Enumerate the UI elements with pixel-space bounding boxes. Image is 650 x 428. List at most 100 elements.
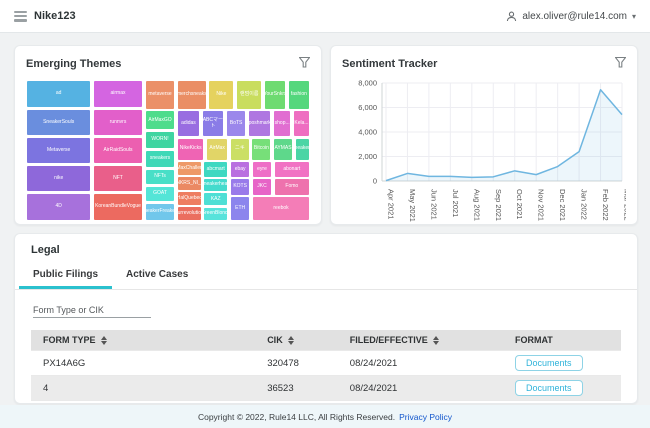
treemap-tile[interactable]: NikeKicks: [177, 138, 204, 161]
treemap-tile[interactable]: SneakerSouls: [26, 109, 91, 136]
treemap-tile[interactable]: abcmart: [203, 161, 228, 177]
search-area: [15, 290, 637, 324]
treemap-tile[interactable]: eyre: [252, 161, 272, 177]
svg-text:6,000: 6,000: [358, 103, 377, 112]
topbar: Nike123 alex.oliver@rule14.com ▾: [0, 0, 650, 33]
treemap-tile[interactable]: adidas: [177, 110, 200, 136]
cell-cik: 36523: [255, 376, 338, 401]
brand-title: Nike123: [34, 10, 76, 22]
treemap-tile[interactable]: 랜덤이름: [236, 80, 262, 110]
treemap-tile[interactable]: KAZ: [203, 192, 228, 206]
treemap-tile[interactable]: SneakerFreakers: [145, 203, 176, 221]
treemap-tile[interactable]: NFTs: [145, 169, 176, 185]
treemap-tile[interactable]: Sneakerly: [295, 138, 310, 161]
cell-format: Documents: [503, 351, 621, 376]
cell-filed_effective: 08/24/2021: [338, 376, 503, 401]
topbar-left: Nike123: [14, 10, 76, 22]
treemap-tile[interactable]: 4D: [26, 193, 91, 221]
svg-text:Aug 2021: Aug 2021: [472, 189, 481, 221]
treemap-tile[interactable]: AirRaidSouls: [93, 137, 143, 164]
treemap-tile[interactable]: JKC: [252, 178, 272, 195]
treemap-tile[interactable]: metaverse: [145, 80, 176, 110]
column-header[interactable]: FORM TYPE: [31, 330, 255, 351]
user-menu[interactable]: alex.oliver@rule14.com ▾: [506, 11, 636, 22]
cell-form_type: 4: [31, 376, 255, 401]
filter-icon[interactable]: [615, 55, 626, 73]
column-header[interactable]: FILED/EFFECTIVE: [338, 330, 503, 351]
treemap-tile[interactable]: Nike: [208, 80, 234, 110]
treemap-tile[interactable]: fashion: [288, 80, 310, 110]
treemap-tile[interactable]: ad: [26, 80, 91, 108]
svg-text:Oct 2021: Oct 2021: [515, 189, 524, 219]
svg-text:0: 0: [373, 177, 377, 186]
treemap-tile[interactable]: AYMAS: [273, 138, 293, 161]
sort-icon[interactable]: [288, 336, 294, 345]
documents-button[interactable]: Documents: [515, 380, 583, 396]
treemap-tile[interactable]: Kela...: [293, 110, 310, 136]
treemap-tile[interactable]: HalQuebec: [177, 191, 201, 205]
filter-icon[interactable]: [299, 55, 310, 73]
treemap-tile[interactable]: Metaverse: [26, 137, 91, 164]
treemap-tile[interactable]: ABCマート: [202, 110, 225, 136]
chevron-down-icon: ▾: [632, 12, 636, 21]
treemap-tile[interactable]: Bitcoin: [251, 138, 271, 161]
svg-text:4,000: 4,000: [358, 128, 377, 137]
treemap-tile[interactable]: BoTS: [226, 110, 246, 136]
svg-text:Jan 2022: Jan 2022: [580, 189, 589, 220]
treemap-tile[interactable]: sneakerhead: [203, 178, 228, 192]
treemap-tile[interactable]: ebay: [230, 161, 250, 177]
treemap-tile[interactable]: ニキ: [230, 138, 250, 161]
svg-text:May 2021: May 2021: [408, 189, 417, 222]
documents-button[interactable]: Documents: [515, 355, 583, 371]
treemap-tile[interactable]: GOAT: [145, 186, 176, 202]
treemap-tile[interactable]: nike: [26, 165, 91, 192]
sort-icon[interactable]: [433, 336, 439, 345]
hamburger-menu-icon[interactable]: [14, 11, 27, 22]
table-row: 43652308/24/2021 Documents: [31, 376, 621, 401]
tab-active-cases[interactable]: Active Cases: [112, 264, 202, 289]
treemap-tile[interactable]: AirMaxGO: [145, 110, 176, 130]
sort-icon[interactable]: [101, 336, 107, 345]
treemap-tile[interactable]: GreenBlonds: [203, 207, 228, 221]
treemap-tile[interactable]: sneakers: [145, 150, 176, 168]
svg-text:Jun 2021: Jun 2021: [429, 189, 438, 220]
legal-card: Legal Public FilingsActive Cases FORM TY…: [14, 233, 638, 404]
treemap-tile[interactable]: airmax: [93, 80, 143, 108]
table-row: PX14A6G32047808/24/2021Documents: [31, 351, 621, 376]
filings-table-head: FORM TYPECIKFILED/EFFECTIVEFORMAT: [31, 330, 621, 351]
treemap-tile[interactable]: YourSnkrs: [264, 80, 286, 110]
user-icon: [506, 11, 517, 22]
treemap-tile[interactable]: KOTS: [230, 178, 250, 195]
treemap-tile[interactable]: KoreanBundleVogue: [93, 193, 143, 221]
svg-text:Jul 2021: Jul 2021: [451, 189, 460, 217]
sentiment-tracker-card: Sentiment Tracker 02,0004,0006,0008,000A…: [330, 45, 638, 225]
treemap-tile[interactable]: yourrevolutions: [177, 206, 201, 221]
treemap-tile[interactable]: runnvrs: [93, 109, 143, 136]
cell-format: Documents: [503, 376, 621, 401]
svg-text:Apr 2021: Apr 2021: [387, 189, 396, 219]
treemap-tile[interactable]: WORN!: [145, 131, 176, 149]
privacy-policy-link[interactable]: Privacy Policy: [399, 412, 452, 422]
treemap-tile[interactable]: poshmark: [248, 110, 271, 136]
treemap-tile[interactable]: reebok: [252, 196, 310, 221]
treemap-tile[interactable]: AirMaxChallenge: [177, 161, 201, 175]
tab-public-filings[interactable]: Public Filings: [19, 264, 112, 289]
svg-text:Nov 2021: Nov 2021: [537, 189, 546, 221]
treemap-tile[interactable]: NFT: [93, 165, 143, 192]
column-header[interactable]: CIK: [255, 330, 338, 351]
emerging-themes-card: Emerging Themes adSneakerSoulsMetaversen…: [14, 45, 322, 225]
treemap-tile[interactable]: Fomo: [274, 178, 310, 195]
cell-cik: 320478: [255, 351, 338, 376]
svg-text:2,000: 2,000: [358, 152, 377, 161]
copyright-text: Copyright © 2022, Rule14 LLC, All Rights…: [198, 412, 395, 422]
svg-text:Feb 2022: Feb 2022: [601, 189, 610, 221]
treemap-tile[interactable]: shop...: [273, 110, 291, 136]
treemap-tile[interactable]: ETH: [230, 196, 250, 221]
treemap-tile[interactable]: SNKRS_NI_KI: [177, 176, 201, 190]
treemap-tile[interactable]: merchsneaks: [177, 80, 207, 110]
treemap-tile[interactable]: abonart: [274, 161, 310, 177]
cards-row: Emerging Themes adSneakerSoulsMetaversen…: [14, 45, 638, 225]
treemap: adSneakerSoulsMetaversenike4D airmaxrunnv…: [26, 80, 310, 221]
treemap-tile[interactable]: AirMax: [206, 138, 228, 161]
search-input[interactable]: [33, 303, 151, 318]
